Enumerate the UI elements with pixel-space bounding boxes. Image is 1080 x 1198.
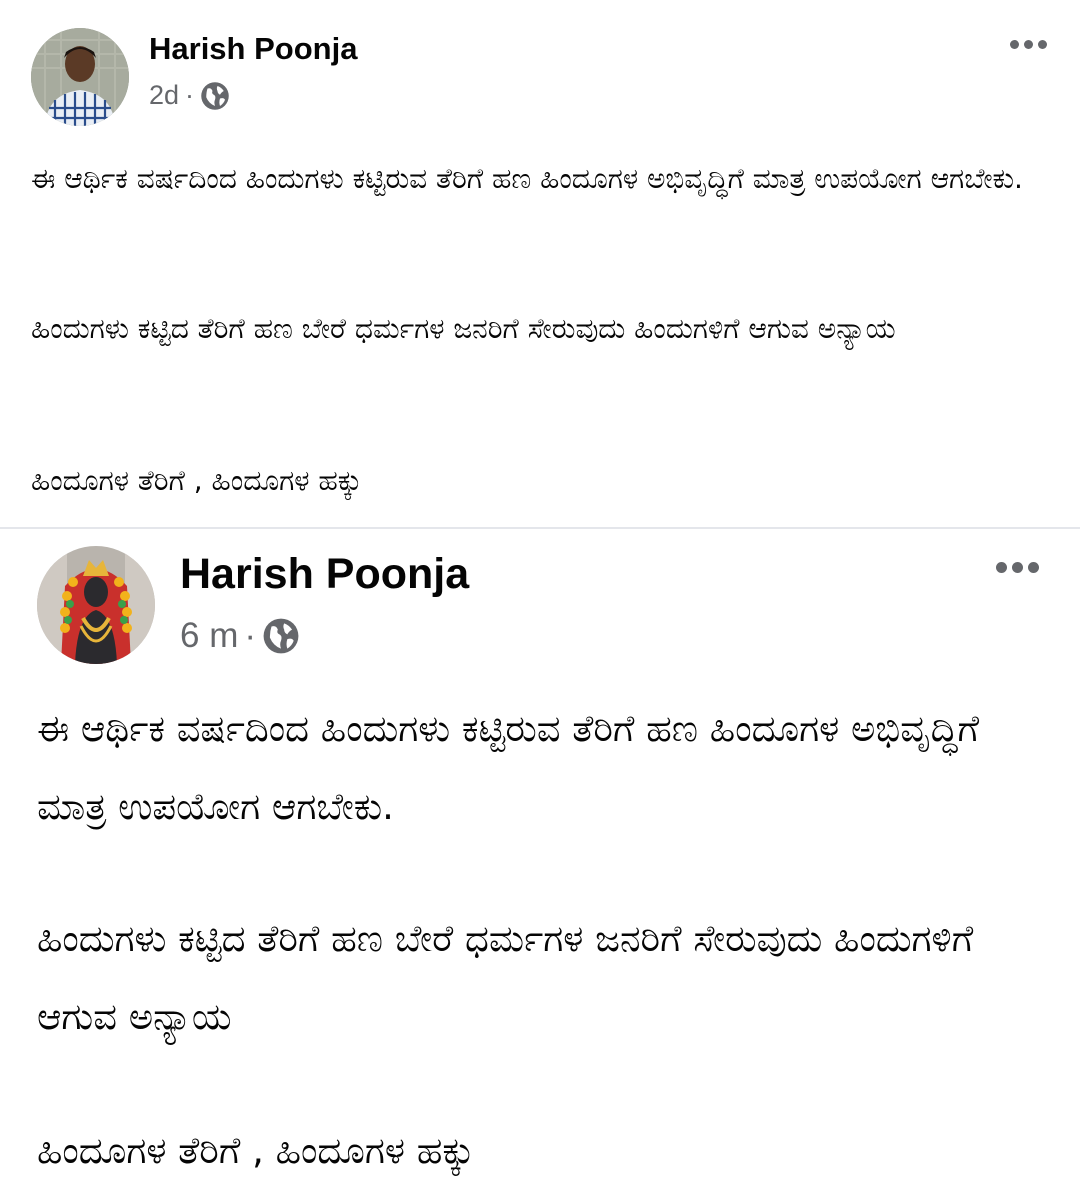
post-meta: 2d ·	[149, 80, 230, 111]
author-name[interactable]: Harish Poonja	[149, 31, 357, 67]
author-name[interactable]: Harish Poonja	[180, 550, 469, 599]
author-avatar[interactable]	[37, 546, 155, 664]
dot	[1012, 562, 1023, 573]
dot	[1028, 562, 1039, 573]
more-options-icon[interactable]	[1010, 40, 1047, 49]
post-text-paragraph: ಈ ಆರ್ಥಿಕ ವರ್ಷದಿಂದ ಹಿಂದುಗಳು ಕಟ್ಟಿರುವ ತೆರಿ…	[37, 707, 980, 828]
post-meta: 6 m ·	[180, 616, 300, 656]
more-options-icon[interactable]	[996, 562, 1039, 573]
post-divider	[0, 527, 1080, 529]
post-text-paragraph: ಹಿಂದುಗಳು ಕಟ್ಟಿದ ತೆರಿಗೆ ಹಣ ಬೇರೆ ಧರ್ಮಗಳ ಜನ…	[31, 312, 896, 345]
author-avatar[interactable]	[31, 28, 129, 126]
dot	[1038, 40, 1047, 49]
post-text-paragraph: ಹಿಂದೂಗಳ ತೆರಿಗೆ , ಹಿಂದೂಗಳ ಹಕ್ಕು	[31, 464, 362, 497]
dot	[1024, 40, 1033, 49]
globe-icon	[200, 81, 230, 111]
avatar-photo-deity-icon	[37, 546, 155, 664]
dot	[1010, 40, 1019, 49]
post-text-paragraph: ಹಿಂದುಗಳು ಕಟ್ಟಿದ ತೆರಿಗೆ ಹಣ ಬೇರೆ ಧರ್ಮಗಳ ಜನ…	[37, 917, 974, 1038]
meta-separator: ·	[185, 80, 195, 110]
post-timestamp[interactable]: 6 m	[180, 616, 238, 656]
post-card-2: Harish Poonja 6 m · ಈ ಆರ್ಥಿಕ ವರ್ಷದಿಂದ ಹಿ…	[0, 530, 1080, 1198]
post-text-paragraph: ಹಿಂದೂಗಳ ತೆರಿಗೆ , ಹಿಂದೂಗಳ ಹಕ್ಕು	[37, 1129, 475, 1172]
avatar-photo-man-icon	[31, 28, 129, 126]
meta-separator: ·	[244, 616, 257, 655]
dot	[996, 562, 1007, 573]
post-text-paragraph: ಈ ಆರ್ಥಿಕ ವರ್ಷದಿಂದ ಹಿಂದುಗಳು ಕಟ್ಟಿರುವ ತೆರಿ…	[31, 162, 1023, 195]
post-card-1: Harish Poonja 2d · ಈ ಆರ್ಥಿಕ ವರ್ಷದಿಂದ ಹಿಂ…	[0, 0, 1080, 528]
globe-icon	[262, 617, 300, 655]
post-timestamp[interactable]: 2d	[149, 80, 179, 111]
